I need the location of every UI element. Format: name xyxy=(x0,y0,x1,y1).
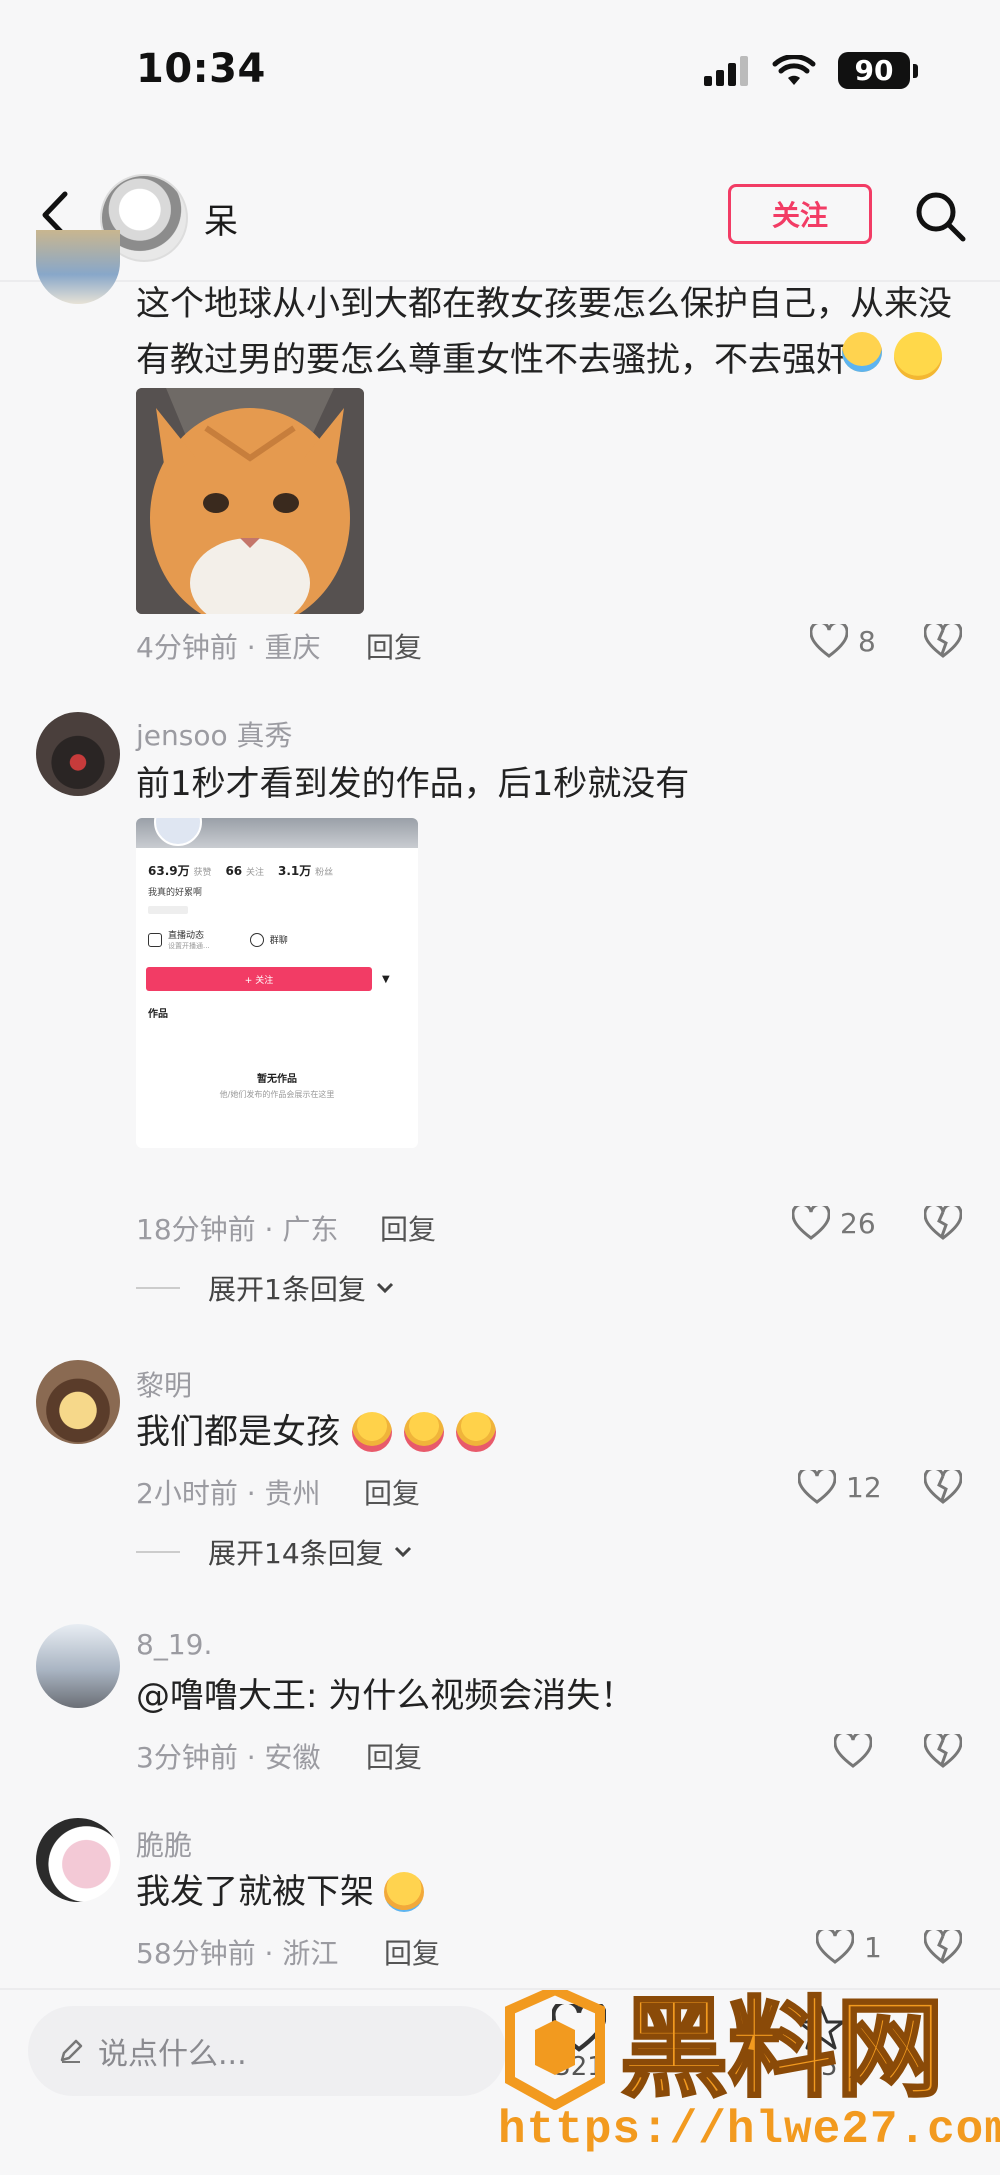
dislike-button[interactable] xyxy=(923,620,963,662)
expand-divider xyxy=(136,1551,180,1553)
expand-replies-button[interactable]: 展开1条回复 xyxy=(136,1268,394,1308)
comment-emojis xyxy=(838,332,942,380)
stat-value: 63.9万 xyxy=(148,864,190,878)
heart-icon xyxy=(798,1470,836,1504)
comment-text: 我发了就被下架 xyxy=(136,1864,424,1920)
comment-text: @噜噜大王: 为什么视频会消失！ xyxy=(136,1676,635,1716)
stat-label: 粉丝 xyxy=(315,868,334,878)
comment-text-content: 我们都是女孩 xyxy=(136,1412,340,1452)
watermark-url: https://hlwe27.com xyxy=(498,2104,1000,2156)
chevron-down-icon xyxy=(394,1546,411,1558)
hug-emoji-icon xyxy=(352,1412,392,1452)
signal-icon xyxy=(704,55,748,86)
chevron-down-icon xyxy=(376,1282,393,1294)
comment-avatar[interactable] xyxy=(36,712,120,796)
expand-label: 展开14条回复 xyxy=(208,1537,384,1570)
like-button[interactable]: 8 xyxy=(810,624,876,658)
thumb-empty-sub: 他/她们发布的作品会展示在这里 xyxy=(219,1090,335,1099)
comment-text: 我们都是女孩 xyxy=(136,1404,496,1460)
comment-input-placeholder: 说点什么... xyxy=(98,2037,247,2072)
broken-heart-icon xyxy=(923,1202,963,1240)
like-button[interactable]: 1 xyxy=(816,1930,882,1964)
battery-indicator: 90 xyxy=(838,52,918,89)
reply-button[interactable]: 回复 xyxy=(364,1472,420,1512)
comment-time-location: 4分钟前 · 重庆 xyxy=(136,631,321,664)
comment-username[interactable]: 脆脆 xyxy=(136,1824,192,1864)
reply-button[interactable]: 回复 xyxy=(384,1932,440,1972)
search-icon xyxy=(916,192,966,242)
hug-emoji-icon xyxy=(456,1412,496,1452)
status-time: 10:34 xyxy=(136,46,266,92)
comment-username[interactable]: jensoo 真秀 xyxy=(136,714,293,754)
expand-label: 展开1条回复 xyxy=(208,1273,366,1306)
follow-button[interactable]: 关注 xyxy=(728,184,872,244)
thumb-works-tab: 作品 xyxy=(148,1009,168,1020)
like-count: 1 xyxy=(864,1930,882,1964)
expand-divider xyxy=(136,1287,180,1289)
comment-time-location: 2小时前 · 贵州 xyxy=(136,1477,321,1510)
comment-avatar[interactable] xyxy=(36,230,120,304)
comment-avatar[interactable] xyxy=(36,1360,120,1444)
stat-value: 66 xyxy=(225,864,243,878)
watermark-logo: 黑料网 xyxy=(500,1984,1000,2114)
group-label: 群聊 xyxy=(269,936,288,946)
hand-over-mouth-emoji-icon xyxy=(894,332,942,380)
comment-input[interactable]: 说点什么... xyxy=(28,2006,506,2096)
thumb-follow-button: + 关注 xyxy=(146,967,372,991)
cat-photo xyxy=(136,388,364,614)
comment-image-cat[interactable] xyxy=(136,388,364,614)
status-icons: 90 xyxy=(704,52,918,89)
broken-heart-icon xyxy=(923,1466,963,1504)
expand-replies-button[interactable]: 展开14条回复 xyxy=(136,1532,412,1572)
profile-bio: 我真的好累啊 xyxy=(148,888,203,898)
reply-button[interactable]: 回复 xyxy=(366,626,422,666)
comment-image-screenshot[interactable]: 63.9万 获赞 66 关注 3.1万 粉丝 我真的好累啊 直播动态 设置开播通.… xyxy=(136,818,418,1148)
crying-emoji-icon xyxy=(842,332,882,372)
comment-avatar[interactable] xyxy=(36,1624,120,1708)
heart-icon xyxy=(816,1930,854,1964)
comment-text: 这个地球从小到大都在教女孩要怎么保护自己，从来没有教过男的要怎么尊重女性不去骚扰… xyxy=(136,284,952,380)
profile-avatar-thumb xyxy=(154,818,202,846)
like-button[interactable]: 26 xyxy=(792,1206,876,1240)
comment-time-location: 3分钟前 · 安徽 xyxy=(136,1741,321,1774)
like-button[interactable]: 12 xyxy=(798,1470,882,1504)
laughing-crying-emoji-icon xyxy=(384,1872,424,1912)
heart-icon xyxy=(834,1734,872,1768)
search-button[interactable] xyxy=(912,188,968,244)
like-count: 26 xyxy=(840,1206,876,1240)
broken-heart-icon xyxy=(923,620,963,658)
comment-text-content: 我发了就被下架 xyxy=(136,1872,374,1912)
wifi-icon xyxy=(772,54,816,85)
hug-emoji-icon xyxy=(404,1412,444,1452)
live-label: 直播动态 xyxy=(168,931,205,941)
reply-button[interactable]: 回复 xyxy=(380,1208,436,1248)
broken-heart-icon xyxy=(923,1926,963,1964)
watermark-text: 黑料网 xyxy=(620,1990,944,2110)
dislike-button[interactable] xyxy=(923,1730,963,1772)
dislike-button[interactable] xyxy=(923,1202,963,1244)
author-name[interactable]: 呆 xyxy=(204,194,238,243)
comment-username[interactable]: 8_19. xyxy=(136,1628,212,1661)
pencil-icon xyxy=(60,2039,83,2063)
reply-button[interactable]: 回复 xyxy=(366,1736,422,1776)
like-count: 8 xyxy=(858,624,876,658)
comment-avatar[interactable] xyxy=(36,1818,120,1902)
dislike-button[interactable] xyxy=(923,1926,963,1968)
thumb-empty-title: 暂无作品 xyxy=(257,1074,297,1085)
heart-icon xyxy=(810,624,848,658)
comment-time-location: 18分钟前 · 广东 xyxy=(136,1213,339,1246)
broken-heart-icon xyxy=(923,1730,963,1768)
heart-icon xyxy=(792,1206,830,1240)
comment-text: 前1秒才看到发的作品，后1秒就没有 xyxy=(136,764,690,804)
dislike-button[interactable] xyxy=(923,1466,963,1508)
stat-value: 3.1万 xyxy=(278,864,312,878)
like-count: 12 xyxy=(846,1470,882,1504)
watermark-graphic: 黑料网 xyxy=(505,1984,946,2114)
comment-username[interactable]: 黎明 xyxy=(136,1364,192,1404)
like-button[interactable] xyxy=(834,1734,882,1768)
stat-label: 获赞 xyxy=(193,868,212,878)
stat-label: 关注 xyxy=(245,868,264,878)
live-sub: 设置开播通... xyxy=(168,942,210,950)
comment-time-location: 58分钟前 · 浙江 xyxy=(136,1937,339,1970)
